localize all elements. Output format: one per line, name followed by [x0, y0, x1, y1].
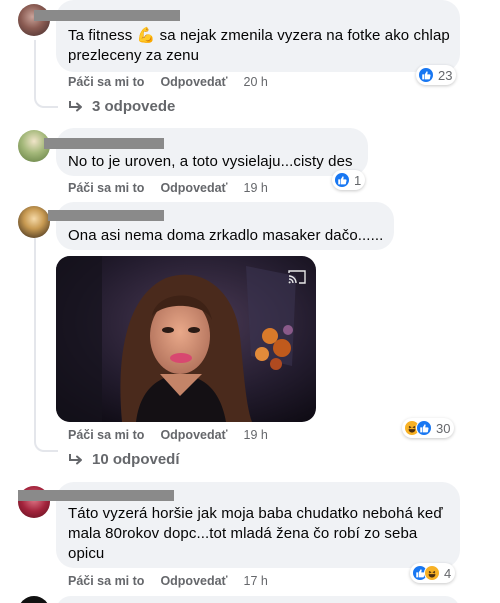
reaction-count: 1 [354, 172, 362, 188]
reaction-count: 30 [436, 420, 451, 436]
like-button[interactable]: Páči sa mi to [68, 574, 144, 588]
reply-button[interactable]: Odpovedať [160, 428, 227, 442]
like-button[interactable]: Páči sa mi to [68, 181, 144, 195]
reply-button[interactable]: Odpovedať [160, 75, 227, 89]
redacted-author-name [44, 138, 164, 149]
reaction-summary[interactable]: 1 [332, 170, 366, 190]
comment-text: Ta fitness 💪 sa nejak zmenila vyzera na … [68, 27, 450, 64]
reply-button[interactable]: Odpovedať [160, 181, 227, 195]
replies-count-label: 10 odpovedí [92, 451, 180, 468]
thread-line [34, 238, 36, 440]
thread-connector [34, 88, 58, 108]
reaction-summary[interactable]: 30 [402, 418, 455, 438]
replies-count-label: 3 odpovede [92, 98, 176, 115]
view-replies-link[interactable]: 3 odpovede [68, 98, 175, 115]
comment-text: No to je uroven, a toto vysielaju...cist… [68, 153, 353, 170]
cast-icon[interactable] [288, 270, 306, 284]
attached-video[interactable] [56, 256, 316, 422]
timestamp[interactable]: 19 h [244, 428, 268, 442]
view-replies-link[interactable]: 10 odpovedí [68, 451, 180, 468]
reply-button[interactable]: Odpovedať [160, 574, 227, 588]
reply-arrow-icon [69, 453, 82, 464]
like-button[interactable]: Páči sa mi to [68, 75, 144, 89]
haha-reaction-icon [424, 565, 440, 581]
thread-connector [34, 432, 58, 452]
video-thumbnail-image [56, 256, 316, 422]
redacted-author-name [18, 490, 174, 501]
like-reaction-icon [418, 67, 434, 83]
avatar[interactable] [18, 596, 50, 603]
timestamp[interactable]: 17 h [244, 574, 268, 588]
comment-text: Táto vyzerá horšie jak moja baba chudatk… [68, 505, 443, 562]
comment-bubble [56, 596, 460, 603]
reply-arrow-icon [69, 100, 82, 111]
like-reaction-icon [416, 420, 432, 436]
like-button[interactable]: Páči sa mi to [68, 428, 144, 442]
timestamp[interactable]: 19 h [244, 181, 268, 195]
redacted-author-name [34, 10, 180, 21]
reaction-summary[interactable]: 23 [416, 65, 457, 85]
like-reaction-icon [334, 172, 350, 188]
comment-actions: Páči sa mi to Odpovedať 17 h [68, 574, 284, 588]
reaction-count: 4 [444, 565, 452, 581]
reaction-summary[interactable]: 4 [410, 563, 456, 583]
avatar[interactable] [18, 206, 50, 238]
comment-actions: Páči sa mi to Odpovedať 19 h [68, 428, 284, 442]
timestamp[interactable]: 20 h [244, 75, 268, 89]
redacted-author-name [48, 210, 164, 221]
comment-actions: Páči sa mi to Odpovedať 20 h [68, 75, 284, 89]
comment-actions: Páči sa mi to Odpovedať 19 h [68, 181, 284, 195]
reaction-count: 23 [438, 67, 453, 83]
comment-text: Ona asi nema doma zrkadlo masaker dačo..… [68, 227, 384, 244]
